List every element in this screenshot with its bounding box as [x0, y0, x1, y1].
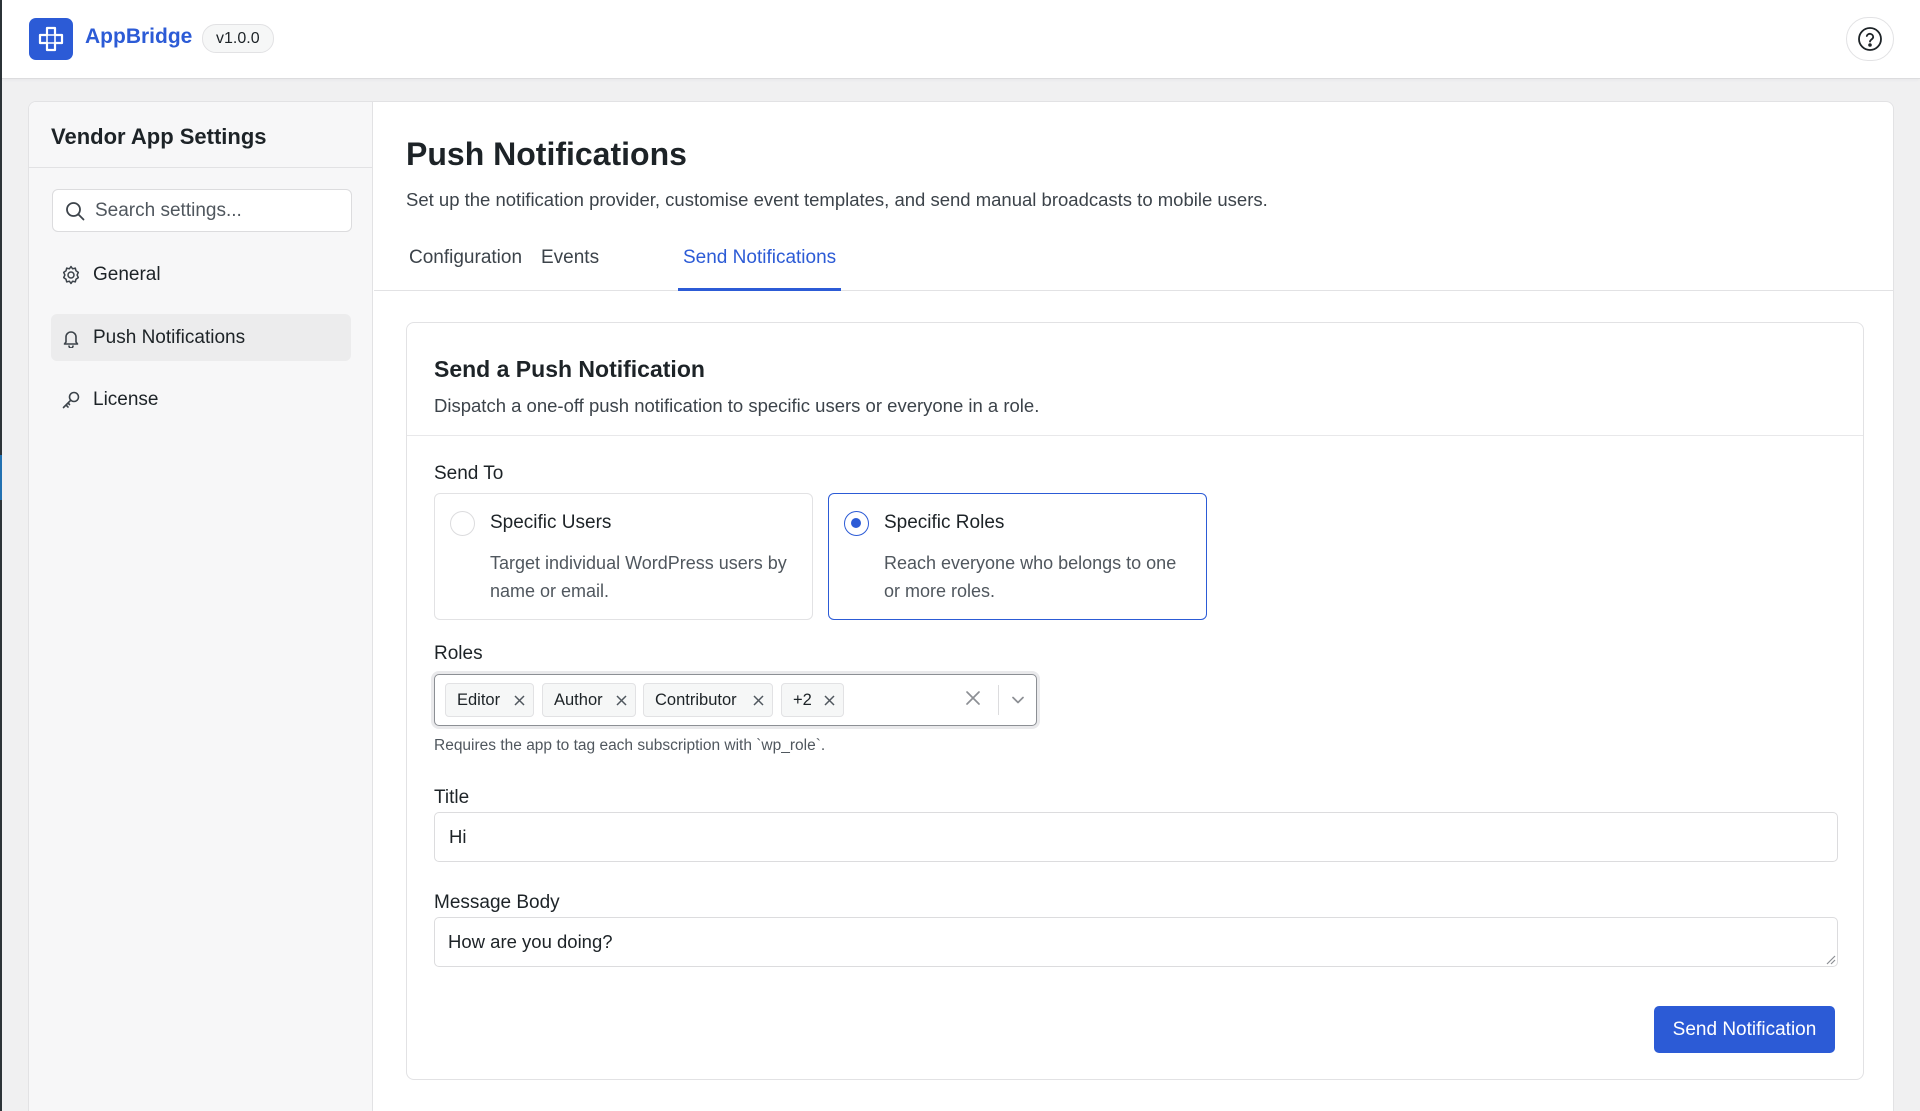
chip-label: +2 — [793, 691, 812, 709]
option-specific-users[interactable]: Specific Users Target individual WordPre… — [434, 493, 813, 620]
message-label: Message Body — [434, 892, 560, 913]
sidebar-item-label: License — [93, 388, 159, 410]
send-notification-button[interactable]: Send Notification — [1654, 1006, 1835, 1053]
role-chip-contributor: Contributor — [643, 683, 773, 717]
option-description: Target individual WordPress users by nam… — [490, 553, 787, 601]
role-chip-more: +2 — [781, 683, 844, 717]
roles-label: Roles — [434, 643, 483, 664]
page-subtitle: Set up the notification provider, custom… — [406, 189, 1268, 210]
option-title: Specific Roles — [884, 512, 1005, 533]
sidebar-item-license[interactable]: License — [51, 376, 351, 423]
admin-menu-edge — [0, 0, 2, 1111]
chip-label: Editor — [457, 691, 501, 709]
chevron-down-icon[interactable] — [1010, 692, 1026, 708]
top-bar: AppBridge v1.0.0 — [2, 0, 1920, 79]
search-input[interactable] — [95, 190, 345, 231]
roles-multiselect[interactable]: Editor Author Contributor +2 — [434, 674, 1037, 726]
option-title: Specific Users — [490, 512, 612, 533]
roles-hint: Requires the app to tag each subscriptio… — [434, 737, 826, 754]
plug-cross-icon — [29, 18, 73, 60]
sidebar-item-push-notifications[interactable]: Push Notifications — [51, 314, 351, 361]
tab-events[interactable]: Events — [536, 229, 604, 291]
option-description: Reach everyone who belongs to one or mor… — [884, 553, 1177, 601]
resize-handle-icon[interactable] — [1826, 955, 1836, 965]
option-specific-roles[interactable]: Specific Roles Reach everyone who belong… — [828, 493, 1207, 620]
close-icon[interactable] — [753, 695, 764, 706]
chip-label: Author — [554, 691, 603, 709]
tab-configuration[interactable]: Configuration — [404, 229, 527, 291]
send-notification-card: Send a Push Notification Dispatch a one-… — [406, 322, 1864, 1080]
sidebar: Vendor App Settings General — [29, 102, 373, 1111]
gear-icon — [61, 265, 81, 285]
help-circle-icon — [1858, 27, 1882, 51]
page-title: Push Notifications — [406, 136, 687, 172]
close-icon[interactable] — [824, 695, 835, 706]
radio-specific-users[interactable] — [450, 511, 475, 536]
search-icon — [66, 202, 85, 221]
radio-specific-roles[interactable] — [844, 511, 869, 536]
key-icon — [61, 390, 81, 410]
title-input[interactable] — [434, 812, 1838, 862]
bell-icon — [61, 328, 81, 348]
card-title: Send a Push Notification — [434, 356, 705, 382]
card-divider — [407, 435, 1863, 436]
clear-all-icon[interactable] — [965, 690, 981, 706]
send-to-label: Send To — [434, 463, 504, 484]
help-button[interactable] — [1846, 17, 1894, 61]
sidebar-item-label: General — [93, 263, 161, 285]
sidebar-item-general[interactable]: General — [51, 251, 351, 298]
message-body-textarea[interactable]: How are you doing? — [434, 917, 1838, 967]
role-chip-editor: Editor — [445, 683, 534, 717]
tab-send-notifications[interactable]: Send Notifications — [678, 229, 842, 291]
select-divider — [998, 685, 999, 715]
role-chip-author: Author — [542, 683, 636, 717]
card-subtitle: Dispatch a one-off push notification to … — [434, 395, 1040, 416]
title-label: Title — [434, 787, 470, 808]
main-content: Push Notifications Set up the notificati… — [374, 102, 1893, 1111]
chip-label: Contributor — [655, 691, 737, 709]
close-icon[interactable] — [514, 695, 525, 706]
settings-panel: Vendor App Settings General — [28, 101, 1894, 1111]
sidebar-item-label: Push Notifications — [93, 326, 246, 348]
close-icon[interactable] — [616, 695, 627, 706]
search-box — [52, 189, 352, 232]
brand-name: AppBridge — [85, 25, 193, 48]
tab-bar: Configuration Events Send Notifications — [374, 229, 1893, 291]
version-badge: v1.0.0 — [202, 24, 274, 53]
sidebar-title: Vendor App Settings — [51, 124, 267, 149]
sidebar-divider — [29, 167, 372, 168]
